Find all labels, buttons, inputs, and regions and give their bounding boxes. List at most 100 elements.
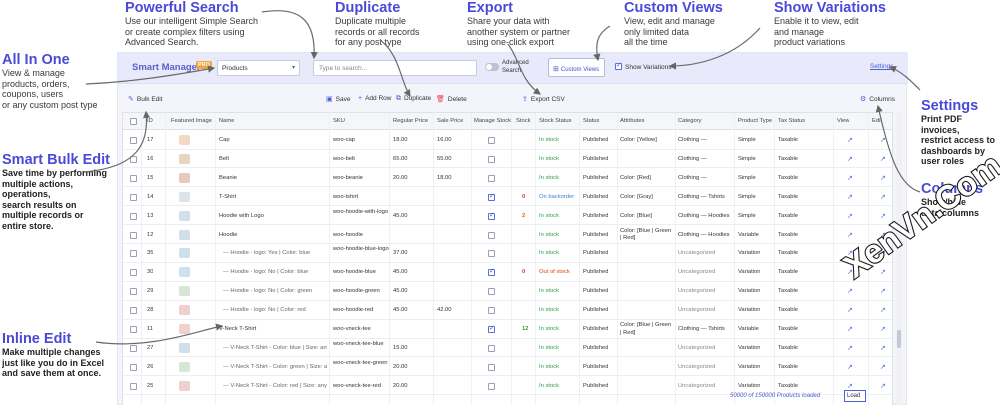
cell-regular-price[interactable]: 20.00 [393, 364, 408, 370]
cell-stock-status[interactable]: In stock [539, 288, 559, 294]
cell-stock-status[interactable]: In stock [539, 326, 559, 332]
cell-sku[interactable]: woo-hoodie-blue [333, 269, 389, 275]
cell-attributes[interactable]: Color: [Blue] [620, 213, 674, 219]
cell-tax-status[interactable]: Taxable [778, 156, 798, 162]
table-row[interactable]: 27 — V-Neck T-Shirt - Color: blue | Size:… [123, 339, 892, 358]
cell-regular-price[interactable]: 20.00 [393, 175, 408, 181]
cell-category[interactable]: Uncategorized [678, 288, 715, 294]
cell-regular-price[interactable]: 37.00 [393, 250, 408, 256]
cell-name[interactable]: T-Shirt [219, 194, 327, 200]
manage-stock-checkbox[interactable] [488, 211, 495, 220]
cell-category[interactable]: Uncategorized [678, 307, 715, 313]
cell-name[interactable]: Hoodie [219, 232, 327, 238]
cell-name[interactable]: — Hoodie - logo: No | Color: blue [219, 269, 327, 275]
external-link-icon[interactable]: ↗ [847, 136, 853, 144]
table-row[interactable]: 35 — Hoodie - logo: Yes | Color: blue woo-… [123, 244, 892, 263]
column-header-attributes[interactable]: Attributes [620, 118, 645, 124]
add-row-button[interactable]: + Add Row [358, 95, 391, 102]
table-row[interactable]: 12 Hoodie woo-hoodie In stock Published Color… [123, 226, 892, 245]
cell-status[interactable]: Published [583, 213, 608, 219]
column-header-regular-price[interactable]: Regular Price [393, 118, 428, 124]
cell-tax-status[interactable]: Taxable [778, 326, 798, 332]
cell-sku[interactable]: woo-vneck-tee-red [333, 383, 389, 389]
table-row[interactable]: 29 — Hoodie - logo: No | Color: green woo-… [123, 282, 892, 301]
cell-sku[interactable]: woo-hoodie-with-logo [333, 209, 389, 217]
manage-stock-checkbox[interactable] [488, 174, 495, 182]
cell-stock-status[interactable]: In stock [539, 307, 559, 313]
cell-tax-status[interactable]: Taxable [778, 232, 798, 238]
cell-attributes[interactable]: Color: [Blue | Green | Red] [620, 322, 674, 337]
row-checkbox[interactable] [130, 137, 137, 144]
cell-stock-status[interactable]: In stock [539, 364, 559, 370]
external-link-icon[interactable]: ↗ [847, 193, 853, 201]
cell-regular-price[interactable]: 65.00 [393, 156, 408, 162]
column-header-status[interactable]: Status [583, 118, 599, 124]
cell-stock-status[interactable]: In stock [539, 232, 559, 238]
manage-stock-checkbox[interactable] [488, 307, 495, 315]
cell-category[interactable]: Clothing — [678, 175, 707, 181]
cell-stock-status[interactable]: In stock [539, 250, 559, 256]
manage-stock-checkbox[interactable] [488, 137, 495, 144]
cell-sku[interactable]: woo-beanie [333, 175, 389, 181]
cell-regular-price[interactable]: 18.00 [393, 137, 408, 143]
manage-stock-checkbox[interactable] [488, 267, 495, 277]
cell-status[interactable]: Published [583, 326, 608, 332]
cell-sku[interactable]: woo-vneck-tee-blue [333, 341, 389, 349]
row-checkbox[interactable] [130, 193, 137, 201]
load-more-button[interactable]: Load [844, 390, 866, 402]
manage-stock-checkbox[interactable] [488, 288, 495, 296]
advanced-search-toggle[interactable] [485, 63, 499, 71]
external-link-icon[interactable]: ↗ [847, 344, 853, 352]
row-checkbox[interactable] [130, 212, 137, 220]
cell-name[interactable]: V-Neck T-Shirt [219, 326, 327, 332]
column-header-id[interactable]: ID [147, 118, 153, 124]
cell-product-type[interactable]: Simple [738, 156, 756, 162]
manage-stock-checkbox[interactable] [488, 155, 495, 163]
edit-link-icon[interactable]: ↗ [880, 344, 886, 352]
export-csv-button[interactable]: ⇪ Export CSV [522, 95, 565, 103]
cell-name[interactable]: — Hoodie - logo: Yes | Color: blue [219, 250, 327, 256]
cell-attributes[interactable]: Color: [Yellow] [620, 137, 674, 143]
cell-stock-status[interactable]: In stock [539, 345, 559, 351]
cell-sale-price[interactable]: 55.00 [437, 156, 452, 162]
cell-status[interactable]: Published [583, 288, 608, 294]
row-checkbox[interactable] [130, 363, 137, 371]
column-header-edit[interactable]: Edit [872, 118, 882, 124]
cell-product-type[interactable]: Variation [738, 269, 760, 275]
cell-category[interactable]: Clothing — Tshirts [678, 326, 725, 332]
external-link-icon[interactable]: ↗ [847, 325, 853, 333]
cell-tax-status[interactable]: Taxable [778, 250, 798, 256]
post-type-select[interactable]: Products ▾ [217, 60, 300, 76]
table-row[interactable]: 17 Cap woo-cap 18.00 16.00 In stock Published C… [123, 131, 892, 150]
cell-sale-price[interactable]: 42.00 [437, 307, 452, 313]
cell-category[interactable]: Uncategorized [678, 250, 715, 256]
cell-name[interactable]: Belt [219, 156, 327, 162]
cell-category[interactable]: Clothing — [678, 137, 707, 143]
custom-views-button[interactable]: ⊞ Custom Views [548, 58, 605, 77]
cell-category[interactable]: Uncategorized [678, 383, 715, 389]
cell-name[interactable]: Hoodie with Logo [219, 213, 327, 219]
manage-stock-checkbox[interactable] [488, 344, 495, 352]
cell-tax-status[interactable]: Taxable [778, 269, 798, 275]
cell-sku[interactable]: woo-tshirt [333, 194, 389, 200]
cell-sku[interactable]: woo-hoodie-blue-logo [333, 246, 389, 254]
bulk-edit-button[interactable]: ✎ Bulk Edit [128, 95, 163, 103]
row-checkbox[interactable] [130, 155, 137, 163]
cell-sku[interactable]: woo-hoodie-red [333, 307, 389, 313]
column-header-view[interactable]: View [837, 118, 849, 124]
cell-status[interactable]: Published [583, 137, 608, 143]
cell-tax-status[interactable]: Taxable [778, 288, 798, 294]
row-checkbox[interactable] [130, 231, 137, 239]
external-link-icon[interactable]: ↗ [847, 306, 853, 314]
column-header-product-type[interactable]: Product Type [738, 118, 772, 124]
edit-link-icon[interactable]: ↗ [880, 193, 886, 201]
cell-sku[interactable]: woo-hoodie-green [333, 288, 389, 294]
save-button[interactable]: ▣ Save [326, 95, 350, 103]
row-checkbox[interactable] [130, 174, 137, 182]
cell-name[interactable]: — V-Neck T-Shirt - Color: green | Size: … [219, 364, 327, 370]
cell-stock-status[interactable]: In stock [539, 383, 559, 389]
manage-stock-checkbox[interactable] [488, 382, 495, 390]
column-header-category[interactable]: Category [678, 118, 702, 124]
table-row[interactable]: 14 T-Shirt woo-tshirt 0 On backorder Publishe… [123, 188, 892, 207]
column-header-stock[interactable]: Stock [516, 118, 531, 124]
